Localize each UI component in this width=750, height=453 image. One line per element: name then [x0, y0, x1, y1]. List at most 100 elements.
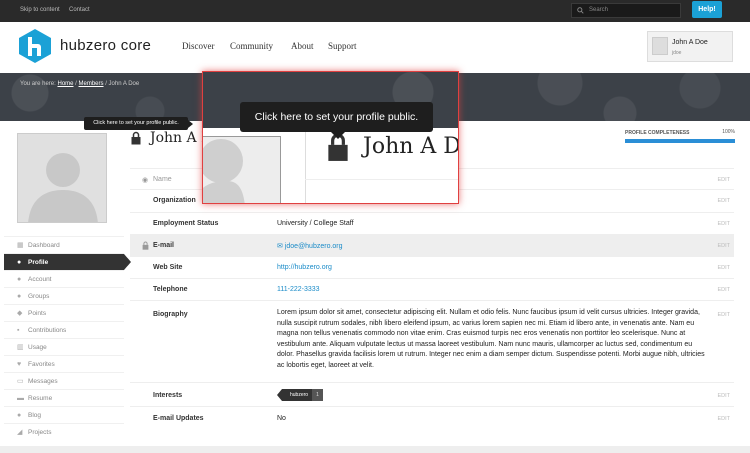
sidebar-item-contributions[interactable]: ▪ Contributions — [4, 321, 124, 338]
sidebar-item-blog[interactable]: ● Blog — [4, 406, 124, 423]
biography-text: Lorem ipsum dolor sit amet, consectetur … — [277, 309, 705, 369]
account-menu[interactable]: John A Doe jdoe — [647, 31, 733, 62]
edit-button[interactable]: EDIT — [717, 287, 730, 293]
field-interests-row: Interests hubzero 1 EDIT — [130, 382, 734, 406]
website-link[interactable]: http://hubzero.org — [277, 264, 332, 271]
zoom-profile-photo — [203, 136, 281, 203]
sidebar-item-label: Dashboard — [28, 242, 60, 249]
zoom-divider-line — [305, 179, 458, 180]
edit-button[interactable]: EDIT — [717, 393, 730, 399]
field-label: E-mail Updates — [153, 415, 204, 422]
completeness-label: PROFILE COMPLETENESS — [625, 130, 690, 136]
profile-completeness: PROFILE COMPLETENESS 100% — [625, 129, 735, 143]
groups-icon: ● — [17, 293, 22, 300]
field-email-updates-row: E-mail Updates No EDIT — [130, 406, 734, 428]
completeness-percent: 100% — [722, 129, 735, 135]
edit-button[interactable]: EDIT — [717, 265, 730, 271]
sidebar-item-messages[interactable]: ▭ Messages — [4, 372, 124, 389]
privacy-tooltip: Click here to set your profile public. — [84, 117, 193, 130]
blog-icon: ● — [17, 412, 22, 419]
sidebar-item-favorites[interactable]: ♥ Favorites — [4, 355, 124, 372]
field-value: http://hubzero.org — [277, 264, 332, 271]
breadcrumb-prefix: You are here: — [20, 81, 56, 87]
edit-button[interactable]: EDIT — [717, 177, 730, 183]
hubzero-logo-icon[interactable] — [17, 28, 53, 64]
logo-text[interactable]: hubzero core — [60, 37, 151, 54]
nav-community[interactable]: Community — [230, 41, 273, 51]
account-name: John A Doe — [672, 39, 708, 46]
sidebar-item-label: Account — [28, 276, 52, 283]
field-value: No — [277, 415, 286, 422]
profile-icon: ● — [17, 259, 22, 266]
telephone-link[interactable]: 111-222-3333 — [277, 286, 320, 293]
zoom-divider — [305, 128, 306, 203]
projects-icon: ◢ — [17, 429, 23, 436]
sidebar-item-dashboard[interactable]: ▦ Dashboard — [4, 236, 124, 253]
zoom-profile-name: John A Doe — [363, 134, 458, 159]
field-email-row: E-mail ✉ jdoe@hubzero.org EDIT — [130, 234, 734, 256]
sidebar-item-label: Points — [28, 310, 47, 317]
edit-button[interactable]: EDIT — [717, 221, 730, 227]
sidebar-item-projects[interactable]: ◢ Projects — [4, 423, 124, 440]
sidebar-item-label: Favorites — [28, 361, 55, 368]
zoom-callout: John A Doe Click here to set your profil… — [202, 71, 459, 204]
sidebar-nav: ▦ Dashboard ● Profile ● Account ● Groups ◆ Po… — [4, 236, 131, 440]
search-input[interactable]: Search — [571, 3, 681, 18]
nav-discover[interactable]: Discover — [182, 41, 215, 51]
edit-button[interactable]: EDIT — [717, 416, 730, 422]
sidebar-item-label: Messages — [28, 378, 58, 385]
edit-button[interactable]: EDIT — [717, 243, 730, 249]
mail-icon: ✉ — [277, 243, 283, 250]
profile-fields: ◉ Name EDIT Organization EDIT Employment… — [130, 168, 734, 428]
edit-button[interactable]: EDIT — [717, 312, 730, 318]
sidebar-item-usage[interactable]: ▥ Usage — [4, 338, 124, 355]
default-avatar-icon — [203, 139, 245, 203]
field-label: Telephone — [153, 286, 188, 293]
breadcrumb-current: / John A Doe — [105, 81, 140, 87]
account-icon: ● — [17, 276, 22, 283]
skip-to-content-link[interactable]: Skip to content — [20, 7, 60, 13]
completeness-bar — [625, 139, 735, 143]
field-label: Web Site — [153, 264, 183, 271]
breadcrumb-home[interactable]: Home — [57, 81, 73, 87]
field-telephone-row: Telephone 111-222-3333 EDIT — [130, 278, 734, 300]
search-placeholder: Search — [589, 7, 609, 13]
field-employment-row: Employment Status University / College S… — [130, 212, 734, 234]
nav-about[interactable]: About — [291, 41, 314, 51]
sidebar-item-groups[interactable]: ● Groups — [4, 287, 124, 304]
points-icon: ◆ — [17, 310, 23, 317]
field-label: E-mail — [153, 242, 175, 249]
contact-link[interactable]: Contact — [69, 7, 90, 13]
help-button[interactable]: Help! — [692, 1, 722, 18]
eye-icon[interactable]: ◉ — [142, 176, 148, 184]
usage-icon: ▥ — [17, 344, 24, 351]
interest-tags: hubzero 1 — [276, 389, 323, 401]
utility-bar: Skip to content Contact Search Help! — [0, 0, 750, 22]
sidebar-item-label: Contributions — [28, 327, 67, 334]
page-bottom — [0, 446, 750, 453]
sidebar-item-label: Resume — [28, 395, 53, 402]
sidebar-item-label: Blog — [28, 412, 42, 419]
field-value: University / College Staff — [277, 220, 354, 227]
sidebar-item-account[interactable]: ● Account — [4, 270, 124, 287]
sidebar-item-points[interactable]: ◆ Points — [4, 304, 124, 321]
privacy-tooltip-large: Click here to set your profile public. — [240, 102, 433, 139]
sidebar-item-label: Groups — [28, 293, 50, 300]
favorites-icon: ♥ — [17, 361, 22, 368]
email-link[interactable]: jdoe@hubzero.org — [285, 243, 343, 250]
breadcrumb-members[interactable]: Members — [79, 81, 104, 87]
default-avatar-icon — [28, 153, 98, 222]
nav-support[interactable]: Support — [328, 41, 357, 51]
field-website-row: Web Site http://hubzero.org EDIT — [130, 256, 734, 278]
sidebar-item-resume[interactable]: ▬ Resume — [4, 389, 124, 406]
interest-tag[interactable]: hubzero — [276, 389, 313, 401]
edit-button[interactable]: EDIT — [717, 198, 730, 204]
lock-icon[interactable] — [142, 241, 149, 250]
field-label: Organization — [153, 197, 196, 204]
completeness-fill — [625, 139, 735, 143]
profile-photo[interactable] — [17, 133, 107, 223]
sidebar-item-profile[interactable]: ● Profile — [4, 253, 131, 270]
resume-icon: ▬ — [17, 395, 24, 402]
lock-icon[interactable] — [131, 131, 141, 145]
field-value: 111-222-3333 — [277, 286, 320, 293]
